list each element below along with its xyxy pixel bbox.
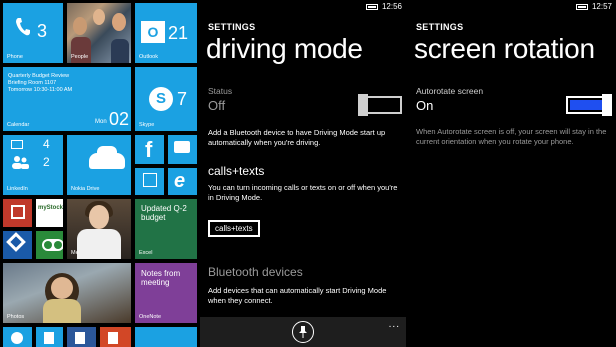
tile-label: People (71, 54, 89, 60)
battery-icon (365, 3, 378, 10)
tile-mystocks[interactable]: myStocks (36, 199, 63, 227)
tile-facebook[interactable]: f (135, 135, 164, 164)
tile-excel[interactable]: Updated Q-2 budget Excel (135, 199, 197, 259)
car-icon (89, 146, 125, 169)
status-label: Status (208, 86, 233, 96)
skype-icon: S (149, 87, 173, 111)
status-bar: 12:57 (575, 2, 612, 11)
excel-document-name: Updated Q-2 budget (141, 204, 187, 222)
tile-alarms[interactable] (3, 327, 32, 347)
tile-store[interactable] (135, 168, 164, 195)
tile-tripadvisor[interactable] (36, 231, 63, 259)
powerpoint-icon (108, 332, 118, 344)
driving-mode-screen: 12:56 SETTINGS driving mode Status Off A… (200, 0, 406, 347)
driving-description: Add a Bluetooth device to have Driving M… (208, 128, 386, 147)
facebook-icon: f (145, 137, 153, 162)
people-icon (12, 156, 29, 169)
status-bar: 12:56 (365, 2, 402, 11)
status-value: Off (208, 98, 226, 113)
start-screen: 3 Phone People O 21 Outlook Quarterly Bu… (0, 0, 200, 347)
battery-icon (575, 3, 588, 10)
tile-label: OneNote (139, 314, 162, 320)
toggle-knob (602, 94, 612, 116)
pin-button[interactable] (292, 321, 314, 343)
message-icon (174, 141, 190, 153)
wallet-icon (11, 205, 25, 219)
autorotate-value: On (416, 98, 434, 113)
tile-nokia-drive[interactable]: Nokia Drive (67, 135, 131, 195)
calculator-icon (44, 332, 54, 344)
tile-onenote[interactable]: Notes from meeting OneNote (135, 263, 197, 323)
tile-bottom-wide[interactable] (135, 327, 197, 347)
calls-texts-description: You can turn incoming calls or texts on … (208, 183, 398, 202)
tile-label: Skype (139, 122, 155, 128)
settings-breadcrumb: SETTINGS (416, 22, 464, 32)
tile-outlook[interactable]: O 21 Outlook (135, 3, 197, 63)
page-title: screen rotation (414, 33, 595, 64)
tile-calendar[interactable]: Quarterly Budget Review Briefing Room 11… (3, 67, 131, 131)
tile-internet-explorer[interactable]: e (168, 168, 197, 195)
tile-label: Photos (7, 314, 25, 320)
linkedin-count-bottom: 2 (43, 155, 50, 169)
internet-explorer-icon: e (174, 170, 186, 192)
tile-label: LinkedIn (7, 186, 28, 192)
status-time: 12:57 (591, 2, 612, 11)
tile-linkedin[interactable]: 4 2 LinkedIn (3, 135, 63, 195)
outlook-unread-count: 21 (168, 23, 189, 43)
chase-logo (6, 232, 26, 252)
tile-label: Nokia Drive (71, 186, 100, 192)
more-options-icon[interactable]: ... (389, 319, 400, 330)
tile-photos[interactable]: Photos (3, 263, 131, 323)
tile-label: Phone (7, 54, 23, 60)
phone-icon (16, 18, 30, 36)
outlook-icon: O (141, 21, 165, 43)
calls-texts-button[interactable]: calls+texts (208, 220, 260, 237)
skype-count: 7 (177, 89, 188, 109)
calendar-event: Quarterly Budget Review Briefing Room 11… (8, 73, 73, 93)
autorotate-toggle[interactable] (566, 94, 612, 116)
tile-messaging[interactable] (168, 135, 197, 164)
autorotate-description: When Autorotate screen is off, your scre… (416, 127, 607, 146)
autorotate-label: Autorotate screen (416, 86, 484, 96)
mystocks-logo: myStocks (38, 201, 63, 225)
page-title: driving mode (206, 33, 363, 64)
mail-icon (11, 140, 23, 149)
calls-texts-heading: calls+texts (208, 164, 265, 178)
screen-rotation-screen: 12:57 SETTINGS screen rotation Autorotat… (408, 0, 616, 347)
settings-breadcrumb: SETTINGS (208, 22, 256, 32)
tile-wallet[interactable] (3, 199, 32, 227)
tile-calculator[interactable] (36, 327, 63, 347)
alarm-icon (11, 332, 23, 344)
tile-word[interactable] (67, 327, 96, 347)
tile-chase[interactable] (3, 231, 32, 259)
tile-powerpoint[interactable] (100, 327, 131, 347)
bluetooth-description: Add devices that can automatically start… (208, 286, 387, 305)
bluetooth-devices-heading: Bluetooth devices (208, 265, 303, 279)
phone-missed-count: 3 (37, 21, 48, 41)
pin-icon (299, 326, 307, 338)
onenote-note-title: Notes from meeting (141, 269, 181, 287)
calendar-day: Mon (95, 119, 107, 125)
tile-phone[interactable]: 3 Phone (3, 3, 63, 63)
app-bar: ... (200, 317, 406, 347)
tile-skype[interactable]: S 7 Skype (135, 67, 197, 131)
calendar-date: 02 (109, 109, 130, 129)
tripadvisor-logo (42, 239, 63, 251)
linkedin-count-top: 4 (43, 137, 50, 151)
toggle-knob (358, 94, 368, 116)
word-icon (75, 332, 85, 344)
tile-label: Excel (139, 250, 153, 256)
tile-label: Outlook (139, 54, 158, 60)
tile-people[interactable]: People (67, 3, 131, 63)
status-time: 12:56 (381, 2, 402, 11)
tile-label: Calendar (7, 122, 30, 128)
tile-label: Me (71, 250, 79, 256)
tile-me[interactable]: Me (67, 199, 131, 259)
driving-mode-toggle[interactable] (358, 94, 402, 116)
toggle-fill (570, 100, 602, 110)
store-icon (143, 173, 157, 187)
